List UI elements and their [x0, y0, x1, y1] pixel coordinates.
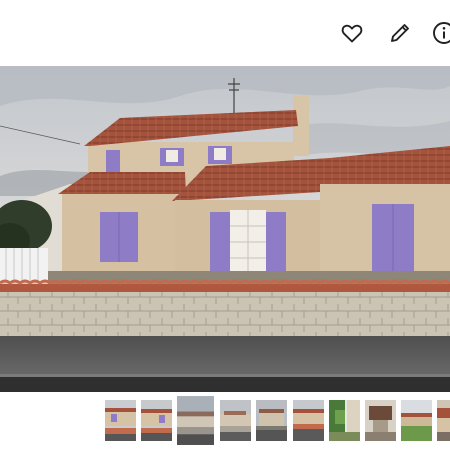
thumbnail-image — [437, 400, 450, 441]
thumbnail-5[interactable] — [256, 400, 287, 441]
heart-icon — [341, 24, 363, 43]
thumbnail-image — [141, 400, 172, 441]
thumbnail-4[interactable] — [220, 400, 251, 441]
thumbnail-9[interactable] — [401, 400, 432, 441]
info-icon — [433, 22, 450, 44]
thumbnail-image — [105, 400, 136, 441]
thumbnail-image — [365, 400, 396, 441]
thumbnail-7[interactable] — [329, 400, 360, 441]
thumbnail-strip — [0, 392, 450, 450]
thumbnail-image — [329, 400, 360, 441]
thumbnail-10[interactable] — [437, 400, 450, 441]
thumbnail-image — [293, 400, 324, 441]
main-photo[interactable] — [0, 66, 450, 392]
thumbnail-2[interactable] — [141, 400, 172, 441]
thumbnail-image — [256, 400, 287, 441]
top-toolbar — [0, 0, 450, 66]
thumbnail-8[interactable] — [365, 400, 396, 441]
favorite-button[interactable] — [338, 19, 366, 47]
thumbnail-6[interactable] — [293, 400, 324, 441]
thumbnail-image — [401, 400, 432, 441]
edit-button[interactable] — [386, 19, 414, 47]
pencil-icon — [391, 24, 409, 42]
info-button[interactable] — [430, 19, 450, 47]
thumbnail-1[interactable] — [105, 400, 136, 441]
thumbnail-image — [177, 396, 214, 445]
house-photo — [0, 66, 450, 392]
thumbnail-3[interactable] — [177, 396, 214, 445]
thumbnail-image — [220, 400, 251, 441]
